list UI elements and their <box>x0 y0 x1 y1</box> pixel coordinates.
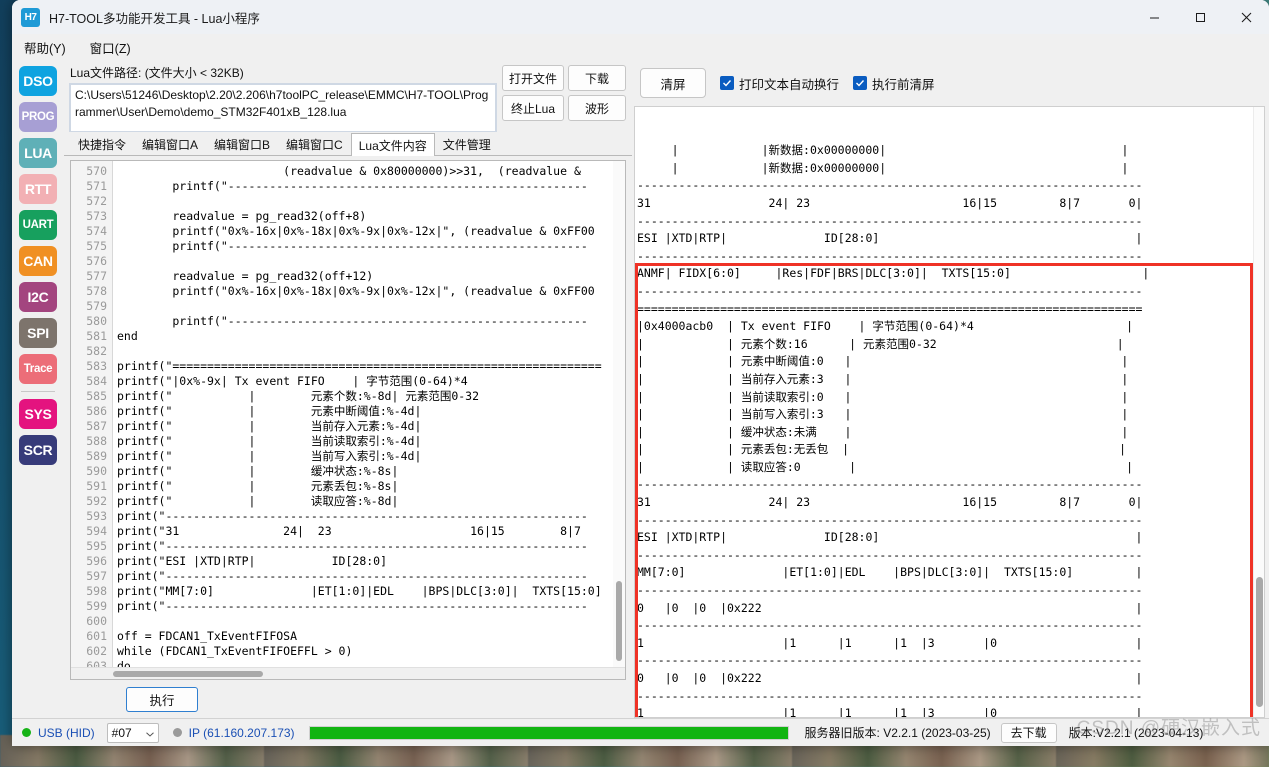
checkmark-icon <box>720 76 734 90</box>
code-editor[interactable]: 570 571 572 573 574 575 576 577 578 579 … <box>71 161 625 667</box>
sidebar-item-uart[interactable]: UART <box>19 210 57 240</box>
sidebar-item-spi[interactable]: SPI <box>19 318 57 348</box>
sidebar-item-dso[interactable]: DSO <box>19 66 57 96</box>
progress-bar <box>308 725 789 740</box>
console-toolbar: 清屏 打印文本自动换行 执行前清屏 <box>634 60 1265 106</box>
sidebar-divider <box>21 391 55 392</box>
tab-编辑窗口C[interactable]: 编辑窗口C <box>278 133 351 155</box>
clear-screen-button[interactable]: 清屏 <box>640 68 706 98</box>
menu-item-help[interactable]: 帮助(Y) <box>20 36 70 59</box>
tab-Lua文件内容[interactable]: Lua文件内容 <box>350 133 435 156</box>
file-path-input[interactable]: C:\Users\51246\Desktop\2.20\2.206\h7tool… <box>69 83 497 133</box>
editor-vertical-scrollbar[interactable] <box>613 161 625 667</box>
right-pane: 清屏 打印文本自动换行 执行前清屏 | |新数据:0x00000000| | |… <box>632 60 1269 718</box>
window-body: DSO PROG LUA RTT UART CAN I2C SPI Trace SYS SCR Lu… <box>12 60 1269 718</box>
ip-status-label: IP (61.160.207.173) <box>188 725 295 740</box>
client-version-label: 版本:V2.2.1 (2023-04-13) <box>1068 726 1204 740</box>
editor-line-numbers: 570 571 572 573 574 575 576 577 578 579 … <box>71 161 113 667</box>
editor-horizontal-scroll-thumb[interactable] <box>113 671 263 677</box>
checkbox-clear-before-run-label: 执行前清屏 <box>872 77 935 92</box>
checkbox-auto-wrap[interactable]: 打印文本自动换行 <box>720 74 839 93</box>
sidebar-item-lua[interactable]: LUA <box>19 138 57 168</box>
device-index-value: #07 <box>111 725 132 740</box>
sidebar-item-can[interactable]: CAN <box>19 246 57 276</box>
menu-bar: 帮助(Y) 窗口(Z) <box>12 34 1269 60</box>
server-version-label: 服务器旧版本: V2.2.1 (2023-03-25) <box>804 726 991 740</box>
editor-vertical-scroll-thumb[interactable] <box>616 581 622 661</box>
app-logo-icon: H7 <box>21 7 40 27</box>
ip-status-indicator <box>172 728 182 737</box>
minimize-icon[interactable] <box>1131 0 1177 34</box>
sidebar-item-trace[interactable]: Trace <box>19 354 57 384</box>
go-download-button[interactable]: 去下载 <box>1000 722 1057 743</box>
checkbox-auto-wrap-label: 打印文本自动换行 <box>739 77 840 92</box>
maximize-icon[interactable] <box>1177 0 1223 34</box>
stop-lua-button[interactable]: 终止Lua <box>502 95 564 121</box>
console-vertical-scrollbar[interactable] <box>1253 107 1264 717</box>
file-action-buttons: 打开文件 下载 终止Lua 波形 <box>502 64 626 132</box>
content-area: Lua文件路径: (文件大小 < 32KB) C:\Users\51246\De… <box>64 60 1269 718</box>
file-path-area: Lua文件路径: (文件大小 < 32KB) C:\Users\51246\De… <box>64 60 632 133</box>
waveform-button[interactable]: 波形 <box>568 95 626 121</box>
chevron-down-icon <box>145 726 154 740</box>
tab-文件管理[interactable]: 文件管理 <box>435 133 499 155</box>
open-file-button[interactable]: 打开文件 <box>502 65 564 91</box>
run-button[interactable]: 执行 <box>126 686 198 712</box>
editor-horizontal-scrollbar[interactable] <box>71 667 625 679</box>
console-output-text: | |新数据:0x00000000| | | |新数据:0x00000000| … <box>637 143 1150 718</box>
sidebar: DSO PROG LUA RTT UART CAN I2C SPI Trace SYS SCR <box>12 60 64 718</box>
application-window: H7 H7-TOOL多功能开发工具 - Lua小程序 帮助(Y) 窗口(Z) D… <box>12 0 1269 746</box>
sidebar-item-rtt[interactable]: RTT <box>19 174 57 204</box>
checkmark-icon <box>853 76 868 90</box>
usb-status-indicator <box>22 728 31 737</box>
usb-status-label: USB (HID) <box>38 725 95 740</box>
editor-tab-bar: 快捷指令 编辑窗口A 编辑窗口B 编辑窗口C Lua文件内容 文件管理 <box>64 132 632 156</box>
device-index-select[interactable]: #07 <box>106 722 159 743</box>
status-bar: USB (HID) #07 IP (61.160.207.173) 服务器旧版本… <box>12 718 1269 746</box>
close-icon[interactable] <box>1223 0 1269 34</box>
checkbox-clear-before-run[interactable]: 执行前清屏 <box>853 74 935 93</box>
tab-编辑窗口A[interactable]: 编辑窗口A <box>134 133 206 155</box>
run-area: 执行 <box>64 680 632 718</box>
tab-编辑窗口B[interactable]: 编辑窗口B <box>206 133 278 155</box>
title-bar: H7 H7-TOOL多功能开发工具 - Lua小程序 <box>12 0 1269 34</box>
file-path-group: Lua文件路径: (文件大小 < 32KB) C:\Users\51246\De… <box>69 64 497 133</box>
left-pane: Lua文件路径: (文件大小 < 32KB) C:\Users\51246\De… <box>64 60 632 718</box>
window-title: H7-TOOL多功能开发工具 - Lua小程序 <box>49 11 260 26</box>
console-output[interactable]: | |新数据:0x00000000| | | |新数据:0x00000000| … <box>634 106 1265 718</box>
editor-code-content[interactable]: (readvalue & 0x80000000)>>31, (readvalue… <box>113 161 625 667</box>
sidebar-item-scr[interactable]: SCR <box>19 435 57 465</box>
sidebar-item-prog[interactable]: PROG <box>19 102 57 132</box>
file-path-label: Lua文件路径: (文件大小 < 32KB) <box>70 66 244 80</box>
sidebar-item-i2c[interactable]: I2C <box>19 282 57 312</box>
progress-bar-fill <box>309 726 788 739</box>
tab-快捷指令[interactable]: 快捷指令 <box>70 133 134 155</box>
download-button[interactable]: 下载 <box>568 65 626 91</box>
console-scroll-thumb[interactable] <box>1256 577 1263 707</box>
sidebar-item-sys[interactable]: SYS <box>19 399 57 429</box>
window-controls <box>1131 0 1269 34</box>
code-editor-panel: 570 571 572 573 574 575 576 577 578 579 … <box>70 160 626 680</box>
menu-item-window[interactable]: 窗口(Z) <box>86 36 135 59</box>
